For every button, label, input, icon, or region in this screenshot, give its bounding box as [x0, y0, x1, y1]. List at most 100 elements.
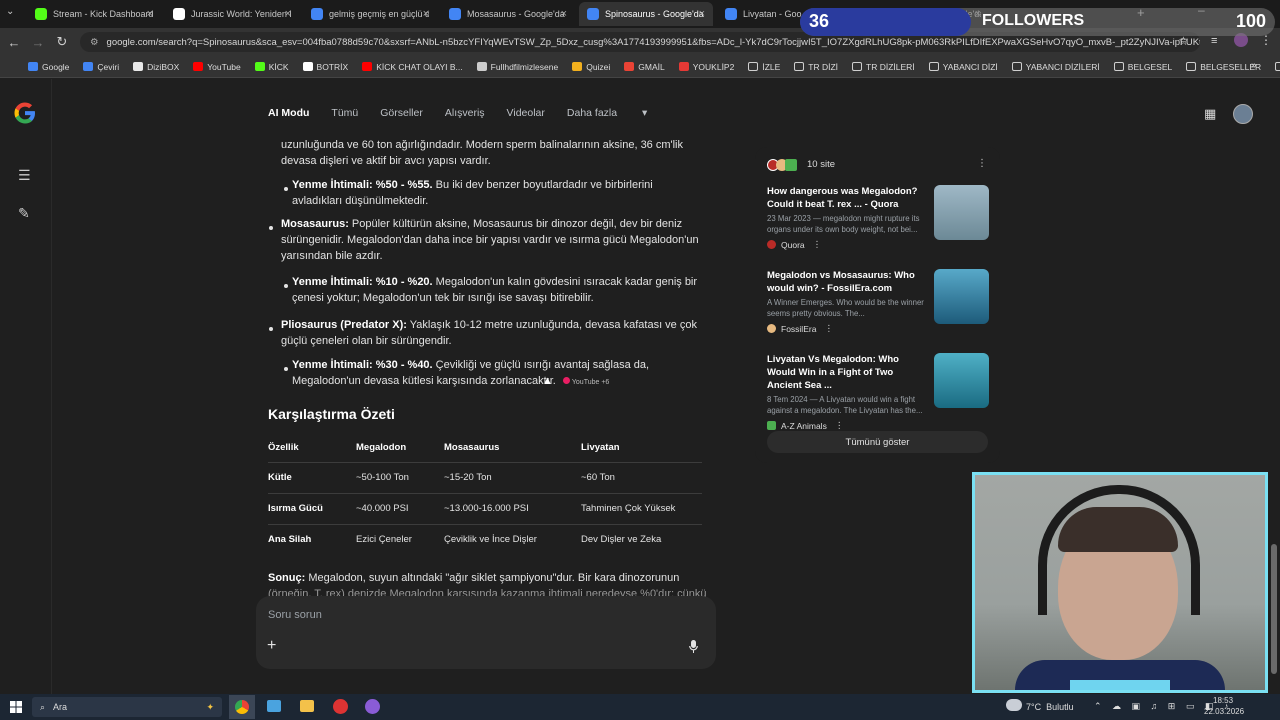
files-taskbar-icon[interactable]	[300, 700, 314, 712]
bookmark-item[interactable]: BELGESELLER	[1186, 62, 1261, 72]
folder-icon	[748, 62, 759, 71]
source-menu-icon[interactable]: ⋮	[813, 239, 822, 250]
followers-goal: 100	[1236, 11, 1267, 31]
browser-tab[interactable]: Jurassic World: Yeniden D ×	[165, 2, 299, 26]
bookmark-item[interactable]: YABANCI DİZİLERİ	[1011, 62, 1100, 72]
source-card[interactable]: How dangerous was Megalodon? Could it be…	[767, 185, 989, 255]
close-tab-icon[interactable]: ×	[285, 8, 291, 20]
bookmark-item[interactable]: Quizei	[572, 62, 610, 72]
sources-menu-icon[interactable]: ⋮	[977, 158, 987, 169]
botrix-icon	[302, 62, 313, 71]
bookmark-item[interactable]: TR DİZİ	[794, 62, 838, 72]
bookmark-item[interactable]: Fullhdfilmizlesene	[476, 62, 558, 72]
source-card[interactable]: Livyatan Vs Megalodon: Who Would Win in …	[767, 353, 989, 431]
bookmarks-overflow-icon[interactable]: »	[1251, 60, 1257, 71]
sources-panel: 10 site ⋮ How dangerous was Megalodon? C…	[755, 147, 1000, 463]
bookmark-item[interactable]: BELGESEL	[1113, 62, 1172, 72]
bookmark-item[interactable]: KİCK	[254, 62, 289, 72]
source-menu-icon[interactable]: ⋮	[835, 420, 844, 431]
bookmark-item[interactable]: YOUKLİP2	[678, 62, 734, 72]
add-attachment-icon[interactable]: +	[267, 637, 276, 655]
bookmark-item[interactable]: TR DİZİLERİ	[852, 62, 915, 72]
followers-goal-overlay: 36 FOLLOWERS 100	[800, 8, 1275, 36]
extensions-icon[interactable]: ≡	[1211, 35, 1217, 47]
table-header-row: Özellik Megalodon Mosasaurus Livyatan	[268, 434, 702, 462]
back-icon[interactable]: ←	[4, 32, 24, 52]
bookmark-item[interactable]: KİCK CHAT OLAYI B...	[362, 62, 463, 72]
mosasaurus-odds: Yenme İhtimali: %10 - %20. Megalodon'un …	[292, 276, 698, 304]
film-icon	[476, 62, 487, 71]
table-header-cell: Livyatan	[581, 441, 620, 453]
microphone-icon[interactable]	[689, 640, 698, 653]
ask-box: Soru sorun +	[256, 596, 716, 669]
livyatan-odds: Yenme İhtimali: %50 - %55. Bu iki dev be…	[292, 179, 653, 207]
mosasaurus-item: Mosasaurus: Popüler kültürün aksine, Mos…	[281, 218, 699, 262]
bookmark-item[interactable]: YouTube	[193, 62, 241, 72]
account-avatar[interactable]	[1233, 104, 1253, 124]
pliosaurus-item: Pliosaurus (Predator X): Yaklaşık 10-12 …	[281, 319, 697, 347]
ask-input[interactable]: Soru sorun	[268, 609, 688, 621]
tab-videos[interactable]: Videolar	[507, 107, 545, 119]
source-count[interactable]: 10 site	[807, 159, 835, 170]
tab-more[interactable]: Daha fazla ▾	[567, 107, 647, 119]
google-icon	[587, 8, 599, 20]
table-row: Isırma Gücü ~40.000 PSI ~13.000-16.000 P…	[268, 493, 702, 524]
browser-tab[interactable]: Stream - Kick Dashboard ×	[27, 2, 161, 26]
close-tab-icon[interactable]: ×	[423, 8, 429, 20]
app-taskbar-icon[interactable]	[333, 699, 348, 714]
tab-search-button[interactable]: ⌄	[6, 6, 22, 22]
folder-icon	[1186, 62, 1197, 71]
taskbar-search[interactable]: ⌕ Ara ✦	[32, 697, 222, 717]
bullet	[269, 226, 273, 230]
weather-text[interactable]: 7°C Bulutlu	[1026, 702, 1074, 712]
table-header-cell: Megalodon	[356, 441, 407, 453]
obs-taskbar-icon[interactable]	[365, 699, 380, 714]
show-all-button[interactable]: Tümünü göster	[767, 431, 988, 453]
comparison-table: Özellik Megalodon Mosasaurus Livyatan Kü…	[268, 434, 702, 555]
source-card[interactable]: Megalodon vs Mosasaurus: Who would win? …	[767, 269, 989, 339]
google-logo-icon[interactable]	[13, 101, 37, 132]
bookmark-star-icon[interactable]: ☆	[1178, 34, 1189, 48]
browser-tab[interactable]: Mosasaurus - Google'da ×	[441, 2, 575, 26]
bookmark-item[interactable]: ÇİZGİ FİLM	[1275, 62, 1280, 72]
bookmark-item[interactable]: DiziBOX	[133, 62, 179, 72]
folder-icon	[794, 62, 805, 71]
chrome-taskbar-icon[interactable]	[229, 695, 255, 719]
bookmark-item[interactable]: Google	[28, 62, 69, 72]
new-chat-icon[interactable]: ✎	[18, 205, 30, 222]
bookmark-item[interactable]: BOTRİX	[302, 62, 348, 72]
forward-icon[interactable]: →	[28, 32, 48, 52]
bookmark-item[interactable]: Çeviri	[83, 62, 119, 72]
site-info-icon[interactable]: ⚙	[90, 37, 99, 48]
clock-date[interactable]: 22.03.2026	[1204, 707, 1244, 716]
google-apps-icon[interactable]: ▦	[1204, 106, 1216, 122]
followers-label: FOLLOWERS	[982, 12, 1085, 29]
weather-icon	[1006, 699, 1022, 711]
close-tab-icon[interactable]: ×	[699, 8, 705, 20]
table-cell: Çeviklik ve İnce Dişler	[444, 533, 537, 545]
bookmark-item[interactable]: YABANCI DİZİ	[928, 62, 998, 72]
history-icon[interactable]: ☰	[18, 167, 31, 184]
tab-shopping[interactable]: Alışveriş	[445, 107, 485, 119]
bookmark-item[interactable]: İZLE	[748, 62, 780, 72]
tab-images[interactable]: Görseller	[380, 107, 423, 119]
dizibox-icon	[133, 62, 144, 71]
tab-ai-mode[interactable]: AI Modu	[268, 107, 309, 119]
bookmark-item[interactable]: GMAİL	[624, 62, 665, 72]
windows-start-icon[interactable]	[10, 701, 22, 713]
source-menu-icon[interactable]: ⋮	[824, 323, 833, 334]
table-cell: ~60 Ton	[581, 471, 615, 483]
page-scrollbar[interactable]	[1271, 544, 1277, 674]
explorer-taskbar-icon[interactable]	[267, 700, 281, 712]
clock-time[interactable]: 18:53	[1213, 696, 1233, 705]
translate-icon	[83, 62, 94, 71]
tab-all[interactable]: Tümü	[331, 107, 358, 119]
source-favicons	[767, 159, 797, 171]
browser-tab[interactable]: gelmiş geçmiş en güçlü d ×	[303, 2, 437, 26]
webcam-overlay	[972, 472, 1268, 693]
reload-icon[interactable]: ↻	[52, 32, 72, 52]
close-tab-icon[interactable]: ×	[561, 8, 567, 20]
browser-tab[interactable]: Spinosaurus - Google'da ×	[579, 2, 713, 26]
close-tab-icon[interactable]: ×	[147, 8, 153, 20]
source-chip[interactable]: YouTube +6	[562, 377, 609, 386]
